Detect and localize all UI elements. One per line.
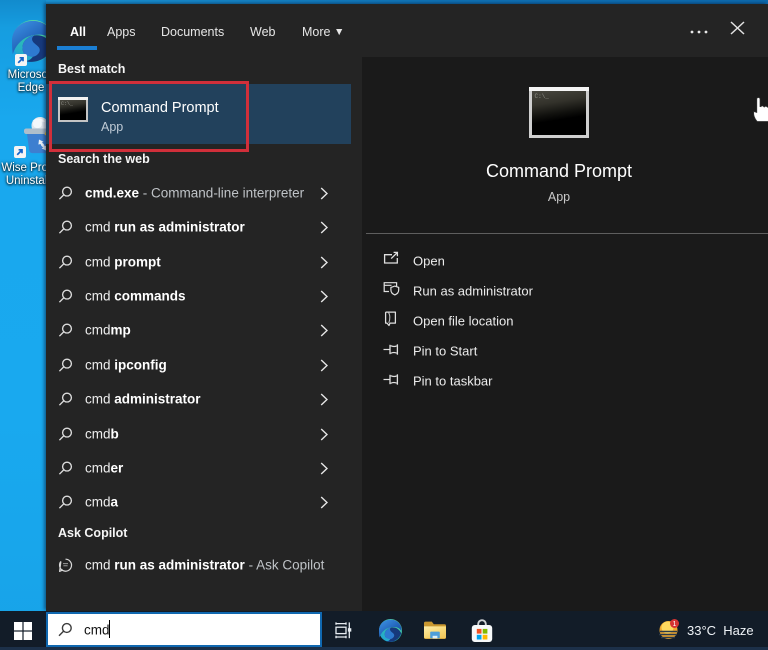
svg-text:1: 1 — [673, 621, 677, 628]
